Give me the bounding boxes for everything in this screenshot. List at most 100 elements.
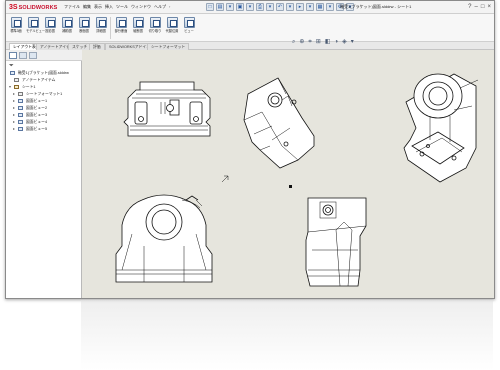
print-icon[interactable]: ⎙ [256,3,264,11]
solidworks-logo[interactable]: 3S SOLIDWORKS [9,3,57,12]
model-view-button[interactable]: モデルビュー [26,15,45,40]
close-icon[interactable]: × [487,3,491,11]
drawing-view-top[interactable] [123,81,211,137]
break-button[interactable]: 破断図 [131,15,145,40]
button-label: 破断図 [133,29,143,33]
menu-insert[interactable]: 挿入 [105,4,113,10]
command-tabs: レイアウト表示 アノテートアイテム スケッチ 評価 SOLIDWORKSアドイン… [6,42,494,50]
tree-item-label: 図面ビュー3 [26,113,48,117]
tree-item-drawing-view-5[interactable]: ▸ 図面ビュー5 [6,126,82,132]
select-icon[interactable]: ▸ [296,3,304,11]
expand-icon[interactable]: ▸ [13,98,15,104]
feature-tree-tab-icon[interactable] [9,52,17,59]
hide-show-icon[interactable]: ◑ [335,39,339,46]
standard-3-view-button[interactable]: 標準3面 [9,15,23,40]
zoom-area-icon[interactable]: ⊕ [299,39,304,46]
expand-icon[interactable]: ▸ [13,126,15,132]
solidworks-window: 3S SOLIDWORKS ファイル 編集 表示 挿入 ツール ウィンドウ ヘル… [5,0,495,299]
tree-item-drawing-view-3[interactable]: ▸ 図面ビュー3 [6,112,82,118]
button-label: ビュー [184,29,194,33]
crop-icon [149,17,161,28]
drawing-document-icon [10,71,15,75]
view-palette-button[interactable]: ビュー [182,15,196,40]
ds-logo-icon: 3S [9,4,18,11]
open-icon[interactable]: ▤ [216,3,224,11]
section-view-button[interactable]: 断面図 [77,15,91,40]
tree-item-drawing-view-4[interactable]: ▸ 図面ビュー4 [6,119,82,125]
print-dropdown-icon[interactable]: ▾ [266,3,274,11]
menu-view[interactable]: 表示 [94,4,102,10]
rebuild-icon[interactable]: ▦ [316,3,324,11]
filter-icon[interactable]: ⏷ [9,63,14,70]
auxiliary-view-button[interactable]: 補助図 [60,15,74,40]
tree-item-drawing-view-2[interactable]: ▸ 図面ビュー2 [6,105,82,111]
drawing-view-front[interactable] [115,194,213,283]
new-document-icon[interactable]: □ [206,3,214,11]
tree-item-annotations[interactable]: アノテートアイテム [6,77,82,83]
menu-tools[interactable]: ツール [116,4,128,10]
tab-evaluate[interactable]: 評価 [89,43,105,50]
view-orientation-icon[interactable]: ⊞ [316,39,321,46]
minimize-icon[interactable]: – [475,3,478,11]
undo-icon[interactable]: ↶ [276,3,284,11]
drawing-sheet-canvas[interactable] [82,50,494,298]
drawing-view-auxiliary[interactable] [243,77,315,169]
drawing-view-icon [18,120,23,124]
drawing-view-icon [18,113,23,117]
menu-edit[interactable]: 編集 [83,4,91,10]
tree-item-label: 図面ビュー1 [26,99,48,103]
expand-icon[interactable]: ▸ [13,112,15,118]
select-dropdown-icon[interactable]: ▾ [306,3,314,11]
tree-item-label: 図面ビュー5 [26,127,48,131]
tree-item-sheet1[interactable]: ▾ シート1 [6,84,82,90]
sheet-markers [221,175,292,188]
feature-manager-tabs [6,50,82,61]
tree-item-label: 図面ビュー2 [26,106,48,110]
broken-out-section-button[interactable]: 部分断面 [114,15,128,40]
expand-icon[interactable]: ▸ [13,91,15,97]
standard-3-view-icon [10,17,22,28]
tab-sheet-format[interactable]: シートフォーマット [147,43,190,50]
maximize-icon[interactable]: □ [481,3,485,11]
alternate-position-button[interactable]: 代替位置 [165,15,179,40]
button-label: 部分断面 [114,29,128,33]
tree-item-drawing-view-1[interactable]: ▸ 図面ビュー1 [6,98,82,104]
expand-icon[interactable]: ▸ [13,105,15,111]
rebuild-dropdown-icon[interactable]: ▾ [326,3,334,11]
tree-item-label: シートフォーマット1 [26,92,63,96]
save-dropdown-icon[interactable]: ▾ [246,3,254,11]
open-dropdown-icon[interactable]: ▾ [226,3,234,11]
help-icon[interactable]: ? [468,3,471,11]
expand-icon[interactable]: ▾ [9,84,11,90]
menu-pin-icon[interactable]: › [169,4,170,10]
appearance-icon[interactable]: ◈ [342,39,347,46]
projected-view-icon [44,17,56,28]
save-icon[interactable]: ▣ [236,3,244,11]
tree-item-sheet-format[interactable]: ▸ シートフォーマット1 [6,91,82,97]
menu-help[interactable]: ヘルプ [154,4,166,10]
drawing-view-right[interactable] [305,197,367,287]
menu-file[interactable]: ファイル [64,4,80,10]
tree-item-label: アノテートアイテム [22,78,56,82]
menu-window[interactable]: ウィンドウ [131,4,151,10]
detail-view-button[interactable]: 詳細図 [94,15,108,40]
projected-view-button[interactable]: 投影図 [43,15,57,40]
document-title: 軸受1(ブラケット)図面.slddrw - シート1 [340,4,412,9]
configuration-tab-icon[interactable] [29,52,37,59]
zoom-to-fit-icon[interactable]: ⌕ [292,39,295,46]
tree-item-label: 軸受1(ブラケット)図面.slddrw [18,71,69,75]
button-label: 標準3面 [10,29,22,33]
previous-view-icon[interactable]: ⌗ [308,39,311,46]
display-style-icon[interactable]: ◧ [325,39,331,46]
tab-sketch[interactable]: スケッチ [68,43,92,50]
undo-dropdown-icon[interactable]: ▾ [286,3,294,11]
tree-item-label: 図面ビュー4 [26,120,48,124]
view-settings-dropdown-icon[interactable]: ▾ [351,39,354,46]
property-manager-tab-icon[interactable] [19,52,27,59]
expand-icon[interactable]: ▸ [13,119,15,125]
drawing-view-isometric[interactable] [403,73,479,183]
break-icon [132,17,144,28]
crop-button[interactable]: 切り取り [148,15,162,40]
sheet-icon [14,85,19,89]
tree-item-document[interactable]: 軸受1(ブラケット)図面.slddrw [6,70,82,76]
